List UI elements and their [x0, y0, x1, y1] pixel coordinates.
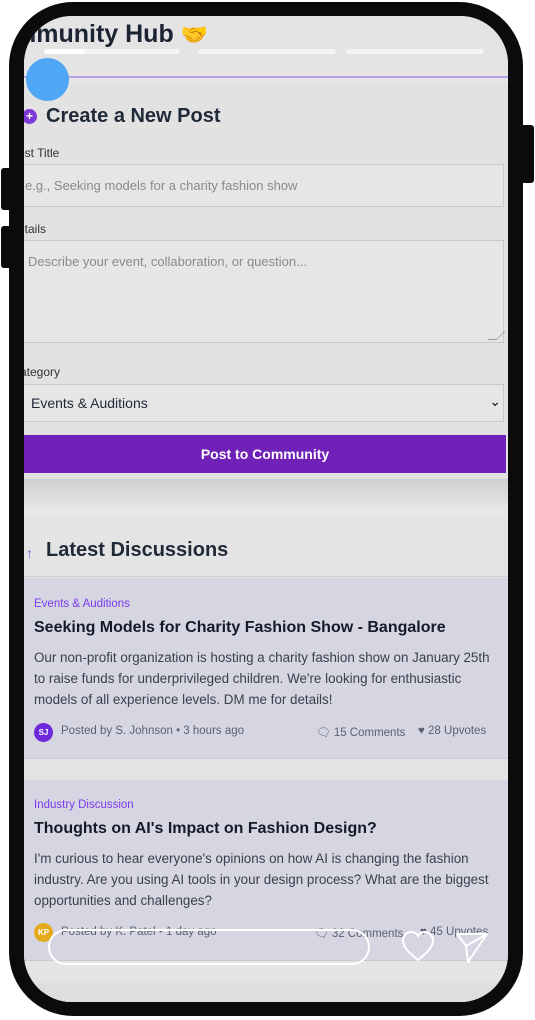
arrow-up-icon: ↑ — [26, 545, 33, 561]
comments-count[interactable]: 🗨 15 Comments — [316, 725, 405, 739]
details-label: etails — [24, 222, 47, 236]
post-category[interactable]: Industry Discussion — [34, 799, 134, 811]
post-body: Our non-profit organization is hosting a… — [34, 650, 490, 707]
handshake-icon: 🤝 — [180, 22, 209, 47]
post-title-label: ost Title — [24, 146, 60, 160]
heart-outline-icon[interactable] — [400, 929, 436, 965]
touch-indicator — [26, 58, 69, 101]
story-progress-2 — [198, 49, 336, 54]
details-textarea[interactable]: Describe your event, collaboration, or q… — [24, 240, 506, 343]
plus-circle-icon: + — [24, 109, 37, 124]
page-title: mmunity Hub 🤝 — [24, 20, 208, 49]
bottom-safe-area — [24, 983, 508, 1002]
chevron-down-icon: ⌄ — [489, 393, 501, 409]
post-category[interactable]: Events & Auditions — [34, 598, 130, 610]
discussions-header: ↑ Latest Discussions — [24, 516, 508, 577]
post-title[interactable]: Seeking Models for Charity Fashion Show … — [34, 619, 446, 637]
story-progress-fill — [44, 49, 85, 54]
post-title[interactable]: Thoughts on AI's Impact on Fashion Desig… — [34, 820, 377, 838]
post-to-community-button[interactable]: Post to Community — [24, 435, 506, 473]
comments-label: 15 Comments — [333, 727, 406, 739]
heart-icon: ♥ — [418, 725, 425, 737]
message-input-overlay[interactable] — [48, 929, 370, 965]
resize-handle[interactable] — [487, 331, 506, 340]
post-body: I'm curious to hear everyone's opinions … — [34, 851, 489, 908]
app-header: mmunity Hub 🤝 — [24, 16, 508, 78]
story-progress-1 — [44, 49, 180, 54]
avatar[interactable]: SJ — [34, 723, 53, 742]
post-meta: Posted by S. Johnson • 3 hours ago — [61, 725, 245, 737]
app-screen: mmunity Hub 🤝 + Create a New Post ost Ti… — [24, 16, 508, 1002]
post-title-input[interactable]: e.g., Seeking models for a charity fashi… — [24, 164, 504, 207]
post-title-placeholder: e.g., Seeking models for a charity fashi… — [25, 178, 298, 193]
category-select[interactable]: Events & Auditions ⌄ — [24, 384, 504, 422]
discussions-heading: Latest Discussions — [46, 539, 229, 561]
upvotes-label: 28 Upvotes — [428, 725, 487, 737]
story-progress-3 — [346, 49, 484, 54]
upvotes-count[interactable]: ♥ 28 Upvotes — [418, 725, 486, 737]
create-post-card: + Create a New Post ost Title e.g., Seek… — [24, 84, 508, 494]
category-label: ategory — [24, 365, 61, 379]
category-selected-value: Events & Auditions — [31, 395, 148, 411]
section-divider — [24, 479, 508, 509]
comment-icon: 🗨 — [316, 727, 331, 739]
create-post-heading: Create a New Post — [46, 105, 221, 127]
details-placeholder: Describe your event, collaboration, or q… — [28, 254, 307, 269]
discussion-post[interactable]: Events & Auditions Seeking Models for Ch… — [24, 578, 508, 759]
send-icon[interactable] — [454, 929, 490, 965]
page-title-text: mmunity Hub — [24, 20, 174, 48]
